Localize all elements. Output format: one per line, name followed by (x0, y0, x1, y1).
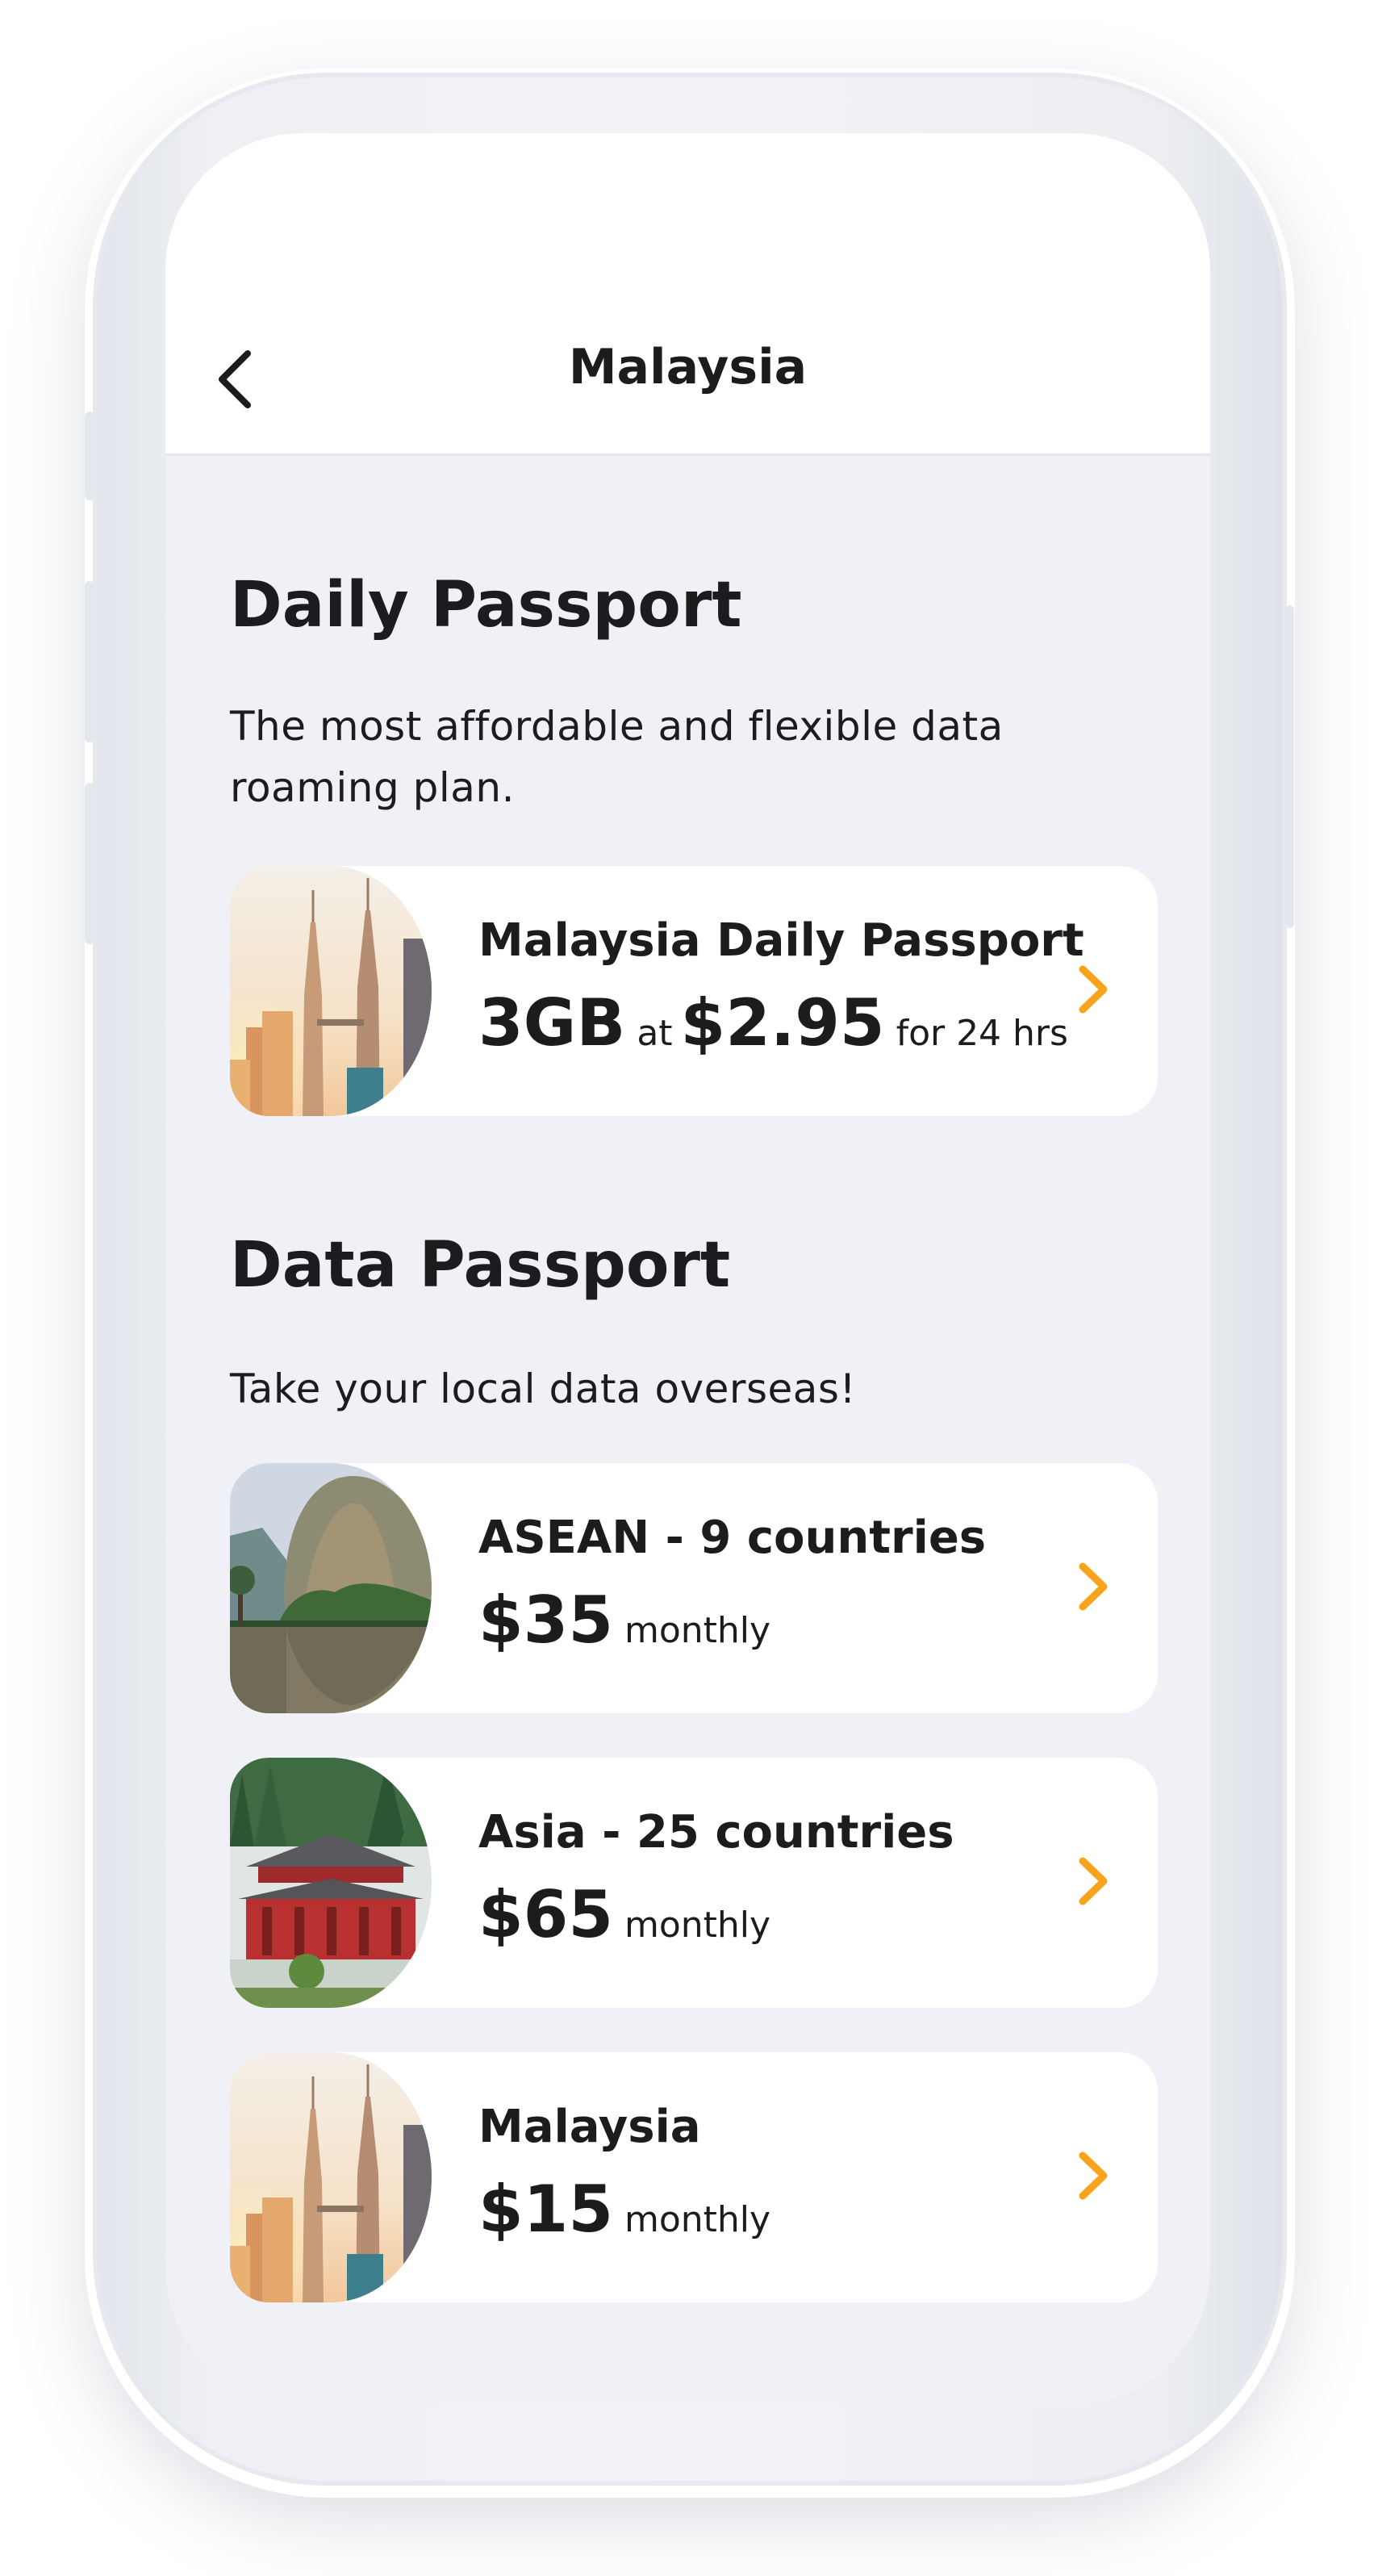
period-label: monthly (624, 2199, 771, 2240)
period-label: for 24 hrs (896, 1013, 1068, 1054)
chevron-right-icon (1079, 1562, 1108, 1611)
plan-title: Asia - 25 countries (478, 1806, 954, 1859)
daily-passport-description: The most affordable and flexible data ro… (230, 703, 1004, 811)
data-passport-heading: Data Passport (230, 1229, 731, 1302)
plan-price: $65 monthly (478, 1877, 779, 1952)
mute-switch (85, 412, 94, 500)
plan-card-asia[interactable]: Asia - 25 countries $65 monthly (230, 1758, 1158, 2008)
plan-price: $15 monthly (478, 2172, 779, 2247)
plan-title: Malaysia (478, 2101, 701, 2153)
price-value: $65 (478, 1877, 613, 1952)
daily-card-title: Malaysia Daily Passport (478, 914, 1084, 967)
price-value: $35 (478, 1583, 613, 1658)
chevron-right-icon (1079, 1857, 1108, 1905)
plan-price: $35 monthly (478, 1583, 779, 1658)
navigation-header: Malaysia (165, 133, 1210, 456)
power-button (1284, 605, 1294, 928)
period-label: monthly (624, 1610, 771, 1651)
chevron-right-icon (1079, 965, 1108, 1014)
daily-card-price: 3GB at $2.95 for 24 hrs (478, 985, 1076, 1060)
chevron-right-icon (1079, 2152, 1108, 2200)
data-passport-description: Take your local data overseas! (230, 1365, 857, 1412)
plan-card-malaysia[interactable]: Malaysia $15 monthly (230, 2052, 1158, 2302)
temple-image (230, 1758, 432, 2008)
plan-card-asean[interactable]: ASEAN - 9 countries $35 monthly (230, 1463, 1158, 1713)
petronas-towers-image (230, 2052, 432, 2302)
at-label: at (637, 1013, 673, 1054)
petronas-towers-image (230, 866, 432, 1116)
volume-up-button (85, 581, 94, 742)
daily-passport-heading: Daily Passport (230, 569, 742, 642)
page-title: Malaysia (568, 339, 808, 395)
volume-down-button (85, 783, 94, 944)
period-label: monthly (624, 1905, 771, 1946)
price-value: $15 (478, 2172, 613, 2247)
plan-title: ASEAN - 9 countries (478, 1512, 987, 1564)
data-amount: 3GB (478, 985, 626, 1060)
daily-passport-card[interactable]: Malaysia Daily Passport 3GB at $2.95 for 24… (230, 866, 1158, 1116)
price-value: $2.95 (680, 985, 885, 1060)
app-screen: Malaysia Daily Passport The most afforda… (165, 133, 1210, 2405)
karst-lake-image (230, 1463, 432, 1713)
